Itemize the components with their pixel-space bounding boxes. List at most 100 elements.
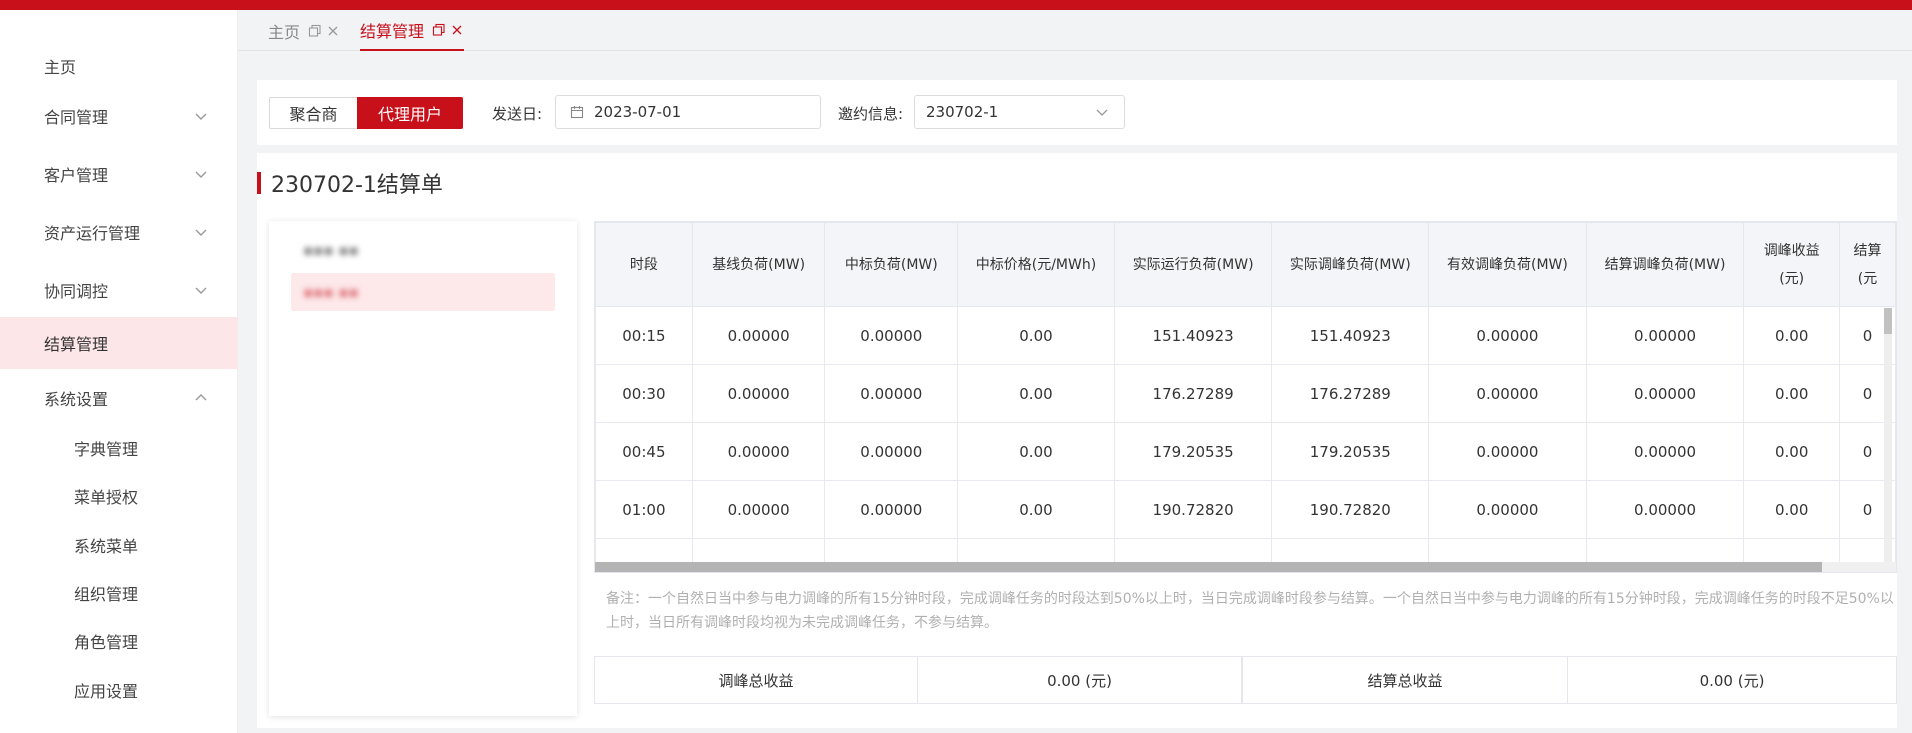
- settle-total-value: 0.00 (元): [1699, 671, 1765, 690]
- summary-row: 调峰总收益 0.00 (元) 结算总收益 0.00 (元): [594, 656, 1897, 704]
- sidebar-item-home[interactable]: 主页: [0, 40, 238, 92]
- table-cell: 0.00000: [691, 364, 826, 423]
- invite-info-select[interactable]: 230702-1: [914, 95, 1125, 129]
- table-cell: 0.00000: [824, 422, 959, 481]
- sidebar-item-label: 协同调控: [44, 282, 109, 301]
- table-cell: 0.00: [957, 480, 1115, 539]
- sidebar-subitem-label: 字典管理: [74, 440, 139, 459]
- chevron-down-icon: [195, 171, 207, 178]
- sidebar-subitem-label: 应用设置: [74, 682, 139, 701]
- table-cell: 0.00000: [1428, 364, 1587, 423]
- table-cell: 0.00000: [824, 306, 959, 365]
- user-list-item-selected[interactable]: ▪▪▪ ▪▪: [291, 273, 555, 311]
- table-cell: 0.00: [957, 364, 1115, 423]
- vertical-scrollbar[interactable]: [1884, 308, 1892, 562]
- aggregator-toggle[interactable]: 聚合商: [269, 97, 357, 129]
- column-header: 有效调峰负荷(MW): [1428, 222, 1587, 307]
- table-cell: 0.00000: [1428, 306, 1587, 365]
- peak-total-label: 调峰总收益: [595, 657, 918, 703]
- bill-title-text: 230702-1结算单: [271, 173, 443, 198]
- scroll-thumb[interactable]: [595, 562, 1822, 572]
- tab-home[interactable]: 主页: [268, 10, 340, 51]
- table-cell: 190.72820: [1271, 480, 1430, 539]
- table-cell: 190.72820: [1113, 480, 1273, 539]
- sidebar-subitem-label: 系统菜单: [74, 537, 139, 556]
- table-cell: 0.00000: [1428, 480, 1587, 539]
- sidebar-subitem-roles[interactable]: 角色管理: [0, 619, 238, 663]
- chevron-down-icon: [195, 287, 207, 294]
- sidebar-subitem-dictionary[interactable]: 字典管理: [0, 426, 238, 470]
- table-cell: 00:45: [595, 422, 693, 481]
- sidebar-item-customer[interactable]: 客户管理: [0, 148, 238, 200]
- invite-info-label: 邀约信息:: [838, 104, 904, 123]
- sidebar-subitem-app-settings[interactable]: 应用设置: [0, 668, 238, 712]
- tab-settlement[interactable]: 结算管理: [360, 10, 465, 51]
- settlement-note: 备注：一个自然日当中参与电力调峰的所有15分钟时段，完成调峰任务的时段达到50%…: [606, 591, 1894, 631]
- table-row: 00:30 0.00000 0.00000 0.00 176.27289 176.2728…: [595, 364, 1896, 423]
- table-cell: 0.00000: [691, 422, 826, 481]
- sidebar-item-label: 主页: [44, 58, 77, 77]
- column-header: 实际调峰负荷(MW): [1271, 222, 1430, 307]
- table-cell: 176.27289: [1271, 364, 1430, 423]
- table-row: 00:15 0.00000 0.00000 0.00 151.40923 151.4092…: [595, 306, 1896, 365]
- table-cell: 0.00: [957, 422, 1115, 481]
- send-date-label: 发送日:: [492, 104, 543, 123]
- column-header: 基线负荷(MW): [691, 222, 826, 307]
- sidebar-subitem-menu-auth[interactable]: 菜单授权: [0, 474, 238, 518]
- sidebar-item-label: 合同管理: [44, 108, 109, 127]
- table-cell: 151.40923: [1113, 306, 1273, 365]
- sidebar-item-label: 资产运行管理: [44, 224, 141, 243]
- table-cell: 01:00: [595, 480, 693, 539]
- scroll-thumb[interactable]: [1884, 308, 1892, 334]
- column-header: 结算调峰负荷(MW): [1585, 222, 1745, 307]
- sidebar-item-asset-operation[interactable]: 资产运行管理: [0, 206, 238, 258]
- send-date-value: 2023-07-01: [594, 103, 682, 121]
- table-cell: 179.20535: [1113, 422, 1273, 481]
- table-row: 00:45 0.00000 0.00000 0.00 179.20535 179.2053…: [595, 422, 1896, 481]
- column-header: 调峰收益 (元): [1743, 222, 1841, 307]
- table-cell: 0.00000: [824, 480, 959, 539]
- sidebar-subitem-organization[interactable]: 组织管理: [0, 571, 238, 615]
- invite-info-value: 230702-1: [926, 103, 999, 121]
- column-header: 实际运行负荷(MW): [1113, 222, 1273, 307]
- sidebar-subitem-label: 组织管理: [74, 585, 139, 604]
- table-cell: 0.00: [957, 306, 1115, 365]
- settle-total-label: 结算总收益: [1242, 657, 1568, 703]
- table-header-row: 时段 基线负荷(MW) 中标负荷(MW) 中标价格(元/MWh) 实际运行负荷(MW) 实…: [595, 222, 1896, 307]
- table-cell: 0.00000: [824, 364, 959, 423]
- table-cell: 179.20535: [1271, 422, 1430, 481]
- close-icon[interactable]: [450, 23, 464, 37]
- table-cell: 0.00000: [1585, 364, 1745, 423]
- filter-panel: 聚合商 代理用户 发送日: 2023-07-01 邀约信息: 230702-1: [257, 80, 1897, 145]
- user-name-redacted: ▪▪▪ ▪▪: [303, 283, 359, 301]
- table-cell: 00:30: [595, 364, 693, 423]
- table-cell: 151.40923: [1271, 306, 1430, 365]
- horizontal-scrollbar[interactable]: [595, 562, 1896, 572]
- chevron-up-icon: [195, 394, 207, 401]
- sidebar-subitem-system-menu[interactable]: 系统菜单: [0, 523, 238, 567]
- column-header: 时段: [595, 222, 693, 307]
- agent-user-toggle[interactable]: 代理用户: [357, 97, 463, 129]
- table-cell: 0.00: [1743, 422, 1841, 481]
- sidebar-item-settlement[interactable]: 结算管理: [0, 317, 238, 369]
- tab-label: 结算管理: [360, 21, 425, 41]
- copy-icon[interactable]: [432, 23, 446, 37]
- close-icon[interactable]: [326, 24, 340, 38]
- user-list-item[interactable]: ▪▪▪ ▪▪: [291, 231, 555, 269]
- copy-icon[interactable]: [308, 24, 322, 38]
- chevron-down-icon: [195, 229, 207, 236]
- sidebar-item-system-settings[interactable]: 系统设置: [0, 372, 238, 424]
- top-accent-bar: [0, 0, 1912, 10]
- table-cell: 0.00: [1743, 306, 1841, 365]
- table-body: 00:15 0.00000 0.00000 0.00 151.40923 151.4092…: [595, 306, 1896, 572]
- bill-title: 230702-1结算单: [257, 168, 443, 198]
- table-cell: 0.00000: [1585, 480, 1745, 539]
- user-name-redacted: ▪▪▪ ▪▪: [303, 241, 359, 259]
- column-header: 中标负荷(MW): [824, 222, 959, 307]
- send-date-picker[interactable]: 2023-07-01: [555, 95, 821, 129]
- sidebar-item-contract[interactable]: 合同管理: [0, 90, 238, 142]
- sidebar-item-coordination[interactable]: 协同调控: [0, 264, 238, 316]
- tab-label: 主页: [268, 22, 301, 42]
- table-cell: 0.00000: [1585, 422, 1745, 481]
- settlement-grid: 时段 基线负荷(MW) 中标负荷(MW) 中标价格(元/MWh) 实际运行负荷(MW) 实…: [595, 222, 1896, 572]
